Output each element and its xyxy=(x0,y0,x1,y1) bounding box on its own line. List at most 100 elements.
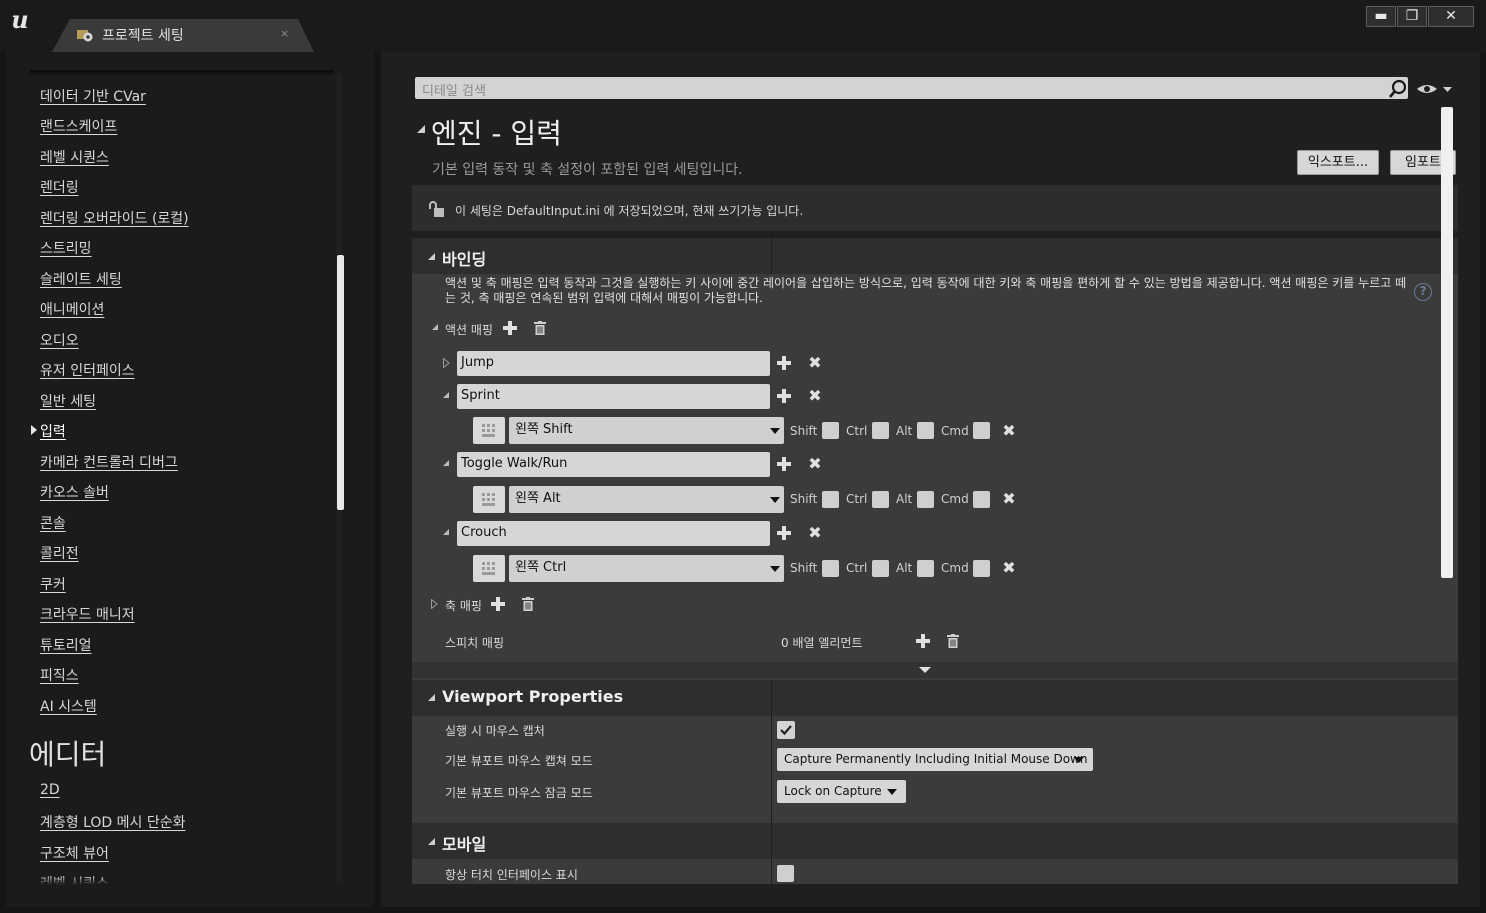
sidebar-scrollbar-thumb[interactable] xyxy=(337,255,344,510)
minimize-button[interactable]: ▬ xyxy=(1366,6,1396,27)
clear-speech-mappings-icon[interactable] xyxy=(947,634,959,648)
advanced-expand-bar[interactable] xyxy=(412,662,1458,678)
keyboard-key-selector-icon[interactable] xyxy=(473,417,505,444)
viewport-collapse-icon[interactable] xyxy=(428,694,435,701)
action-mappings-collapse-icon[interactable] xyxy=(432,324,438,330)
checkmark-icon xyxy=(780,725,792,736)
remove-toggle-walk-run-icon[interactable]: ✖ xyxy=(808,456,822,472)
add-key-toggle-walk-run-icon[interactable] xyxy=(777,457,791,471)
sidebar-item-streaming[interactable]: 스트리밍 xyxy=(40,238,92,258)
bindings-header[interactable] xyxy=(412,238,1458,274)
sidebar-item-audio[interactable]: 오디오 xyxy=(40,330,79,350)
remove-key-sprint-icon[interactable]: ✖ xyxy=(1002,423,1016,439)
remove-key-toggle-walk-run-icon[interactable]: ✖ xyxy=(1002,491,1016,507)
sidebar-item-general-settings[interactable]: 일반 세팅 xyxy=(40,391,96,411)
action-name-crouch[interactable]: Crouch xyxy=(457,521,770,546)
action-name-jump[interactable]: Jump xyxy=(457,351,770,376)
keyboard-key-selector-icon[interactable] xyxy=(473,555,505,582)
speech-mappings-label: 스피치 매핑 xyxy=(445,636,505,650)
collapse-arrow-icon[interactable] xyxy=(417,125,425,133)
details-scrollbar-thumb[interactable] xyxy=(1441,107,1453,578)
key-select-toggle-walk-run[interactable]: 왼쪽 Alt xyxy=(509,486,784,513)
capture-mode-dropdown[interactable]: Capture Permanently Including Initial Mo… xyxy=(777,748,1093,771)
export-button[interactable]: 익스포트... xyxy=(1297,150,1379,175)
modifier-cmd-checkbox[interactable] xyxy=(973,422,990,439)
help-icon[interactable]: ? xyxy=(1414,283,1432,301)
sidebar-item-data-cvar[interactable]: 데이터 기반 CVar xyxy=(40,86,146,106)
sidebar-item-input[interactable]: 입력 xyxy=(40,421,66,441)
sidebar-item-2d[interactable]: 2D xyxy=(40,782,60,798)
add-axis-mapping-icon[interactable] xyxy=(491,597,505,611)
visibility-eye-icon[interactable] xyxy=(1416,82,1454,96)
sidebar-item-console[interactable]: 콘솔 xyxy=(40,513,66,533)
sidebar-item-slate-settings[interactable]: 슬레이트 세팅 xyxy=(40,269,122,289)
remove-crouch-icon[interactable]: ✖ xyxy=(808,525,822,541)
add-key-jump-icon[interactable] xyxy=(777,356,791,370)
notice-text: 이 세팅은 DefaultInput.ini 에 저장되었으며, 현재 쓰기가능… xyxy=(455,204,804,218)
key-select-crouch[interactable]: 왼쪽 Ctrl xyxy=(509,555,784,582)
crouch-collapse-icon[interactable] xyxy=(443,529,449,535)
clear-axis-mappings-icon[interactable] xyxy=(522,597,534,611)
remove-sprint-icon[interactable]: ✖ xyxy=(808,388,822,404)
sidebar-item-rendering[interactable]: 렌더링 xyxy=(40,177,79,197)
sidebar-item-hlod-mesh-simplification[interactable]: 계층형 LOD 메시 단순화 xyxy=(40,812,186,832)
modifier-alt-checkbox[interactable] xyxy=(917,560,934,577)
modifier-ctrl-checkbox[interactable] xyxy=(872,560,889,577)
add-key-sprint-icon[interactable] xyxy=(777,389,791,403)
modifier-cmd-checkbox[interactable] xyxy=(973,491,990,508)
modifier-alt-checkbox[interactable] xyxy=(917,491,934,508)
modifier-shift-checkbox[interactable] xyxy=(822,560,839,577)
sidebar-item-tutorial[interactable]: 튜토리얼 xyxy=(40,635,92,655)
keyboard-key-selector-icon[interactable] xyxy=(473,486,505,513)
lock-mode-label: 기본 뷰포트 마우스 잠금 모드 xyxy=(445,786,593,800)
remove-jump-icon[interactable]: ✖ xyxy=(808,355,822,371)
search-placeholder: 디테일 검색 xyxy=(422,84,486,99)
sidebar-item-rendering-override[interactable]: 렌더링 오버라이드 (로컬) xyxy=(40,208,189,228)
capture-on-play-checkbox[interactable] xyxy=(777,721,795,739)
key-select-sprint[interactable]: 왼쪽 Shift xyxy=(509,417,784,444)
toggle-walk-run-collapse-icon[interactable] xyxy=(443,460,449,466)
panel-bottom-edge xyxy=(412,884,1458,907)
search-input[interactable] xyxy=(415,77,1408,99)
mobile-header[interactable] xyxy=(412,823,1458,859)
sidebar-item-camera-controller-debug[interactable]: 카메라 컨트롤러 디버그 xyxy=(40,452,178,472)
sidebar-item-user-interface[interactable]: 유저 인터페이스 xyxy=(40,360,135,380)
maximize-button[interactable]: ❐ xyxy=(1397,6,1427,27)
axis-mappings-expand-icon[interactable] xyxy=(431,599,438,609)
sidebar-item-collision[interactable]: 콜리전 xyxy=(40,543,79,563)
add-action-mapping-icon[interactable] xyxy=(503,321,517,335)
modifier-shift-checkbox[interactable] xyxy=(822,491,839,508)
mobile-collapse-icon[interactable] xyxy=(428,838,435,845)
close-button[interactable]: ✕ xyxy=(1428,6,1474,27)
speech-mappings-value: 0 배열 엘리먼트 xyxy=(781,636,863,650)
chevron-down-icon xyxy=(770,428,780,434)
always-show-touch-checkbox[interactable] xyxy=(777,865,794,882)
remove-key-crouch-icon[interactable]: ✖ xyxy=(1002,560,1016,576)
sidebar-item-ai-system[interactable]: AI 시스템 xyxy=(40,696,97,716)
sidebar-item-level-sequence[interactable]: 레벨 시퀀스 xyxy=(40,147,109,167)
sprint-collapse-icon[interactable] xyxy=(443,392,449,398)
sidebar-item-cooker[interactable]: 쿠커 xyxy=(40,574,66,594)
clear-action-mappings-icon[interactable] xyxy=(534,321,546,335)
sidebar-item-animation[interactable]: 애니메이션 xyxy=(40,299,104,319)
sidebar-item-struct-viewer[interactable]: 구조체 뷰어 xyxy=(40,843,109,863)
sidebar-item-chaos-solver[interactable]: 카오스 솔버 xyxy=(40,482,109,502)
modifier-cmd-checkbox[interactable] xyxy=(973,560,990,577)
bindings-collapse-icon[interactable] xyxy=(428,253,435,260)
always-show-touch-label: 항상 터치 인터페이스 표시 xyxy=(445,868,578,882)
tab-close-icon[interactable]: × xyxy=(280,27,289,40)
sidebar-item-physics[interactable]: 피직스 xyxy=(40,665,79,685)
add-speech-mapping-icon[interactable] xyxy=(916,634,930,648)
action-name-toggle-walk-run[interactable]: Toggle Walk/Run xyxy=(457,452,770,477)
modifier-alt-checkbox[interactable] xyxy=(917,422,934,439)
search-icon[interactable] xyxy=(1388,79,1408,99)
modifier-ctrl-checkbox[interactable] xyxy=(872,422,889,439)
action-name-sprint[interactable]: Sprint xyxy=(457,384,770,409)
add-key-crouch-icon[interactable] xyxy=(777,526,791,540)
sidebar-item-crowd-manager[interactable]: 크라우드 매니저 xyxy=(40,604,135,624)
expand-advanced-icon[interactable] xyxy=(919,667,931,673)
modifier-ctrl-checkbox[interactable] xyxy=(872,491,889,508)
sidebar-item-landscape[interactable]: 랜드스케이프 xyxy=(40,116,117,136)
jump-expand-icon[interactable] xyxy=(443,358,450,368)
modifier-shift-checkbox[interactable] xyxy=(822,422,839,439)
